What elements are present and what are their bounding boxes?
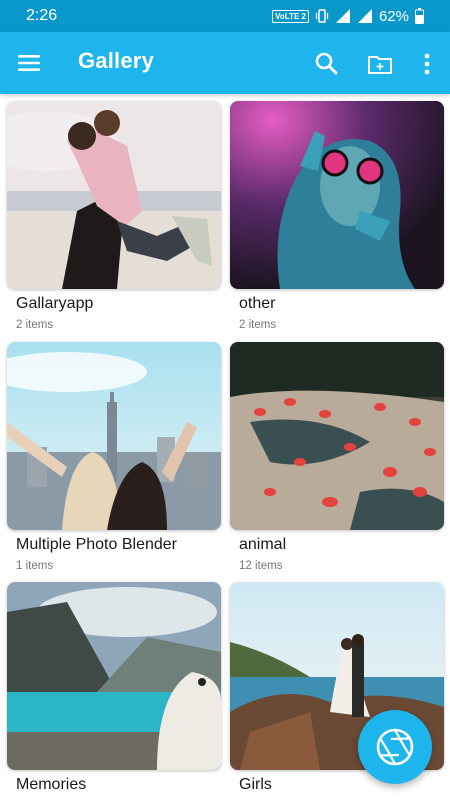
album-card[interactable]: Gallaryapp 2 items: [7, 101, 221, 331]
album-card[interactable]: Multiple Photo Blender 1 items: [7, 342, 221, 572]
album-grid: Gallaryapp 2 items other 2 items Multipl…: [0, 94, 450, 800]
album-thumbnail: [230, 101, 444, 289]
network-badge: VoLTE 2: [272, 9, 309, 23]
album-thumbnail: [230, 342, 444, 530]
signal-icon: [335, 9, 350, 23]
album-count: 2 items: [239, 319, 277, 331]
album-thumbnail: [7, 101, 221, 289]
search-icon: [315, 52, 338, 75]
menu-button[interactable]: [17, 51, 41, 75]
menu-icon: [18, 55, 40, 71]
album-card[interactable]: Memories: [7, 582, 221, 794]
album-thumbnail: [7, 582, 221, 770]
app-bar: Gallery: [0, 32, 450, 94]
page-title: Gallery: [78, 48, 155, 73]
camera-aperture-icon: [376, 728, 414, 766]
album-card[interactable]: animal 12 items: [230, 342, 444, 572]
album-card[interactable]: other 2 items: [230, 101, 444, 331]
album-name: Multiple Photo Blender: [16, 536, 177, 553]
vibrate-icon: [315, 9, 329, 23]
album-count: 2 items: [16, 319, 54, 331]
new-folder-button[interactable]: [367, 51, 393, 77]
new-folder-icon: [368, 56, 392, 74]
camera-fab[interactable]: [358, 710, 432, 784]
battery-percent: 62%: [378, 7, 409, 25]
status-icons: VoLTE 2 62%: [272, 8, 424, 25]
album-count: 12 items: [239, 560, 283, 572]
more-options-button[interactable]: [418, 51, 436, 77]
album-name: animal: [239, 536, 287, 553]
search-button[interactable]: [314, 51, 340, 77]
album-name: other: [239, 295, 276, 312]
album-name: Memories: [16, 776, 87, 793]
more-vert-icon: [424, 53, 430, 75]
album-name: Gallaryapp: [16, 295, 94, 312]
status-time: 2:26: [26, 7, 58, 24]
album-thumbnail: [7, 342, 221, 530]
signal-icon: [357, 9, 372, 23]
battery-icon: [415, 8, 424, 24]
status-bar: 2:26 VoLTE 2 62%: [0, 0, 450, 32]
album-count: 1 items: [16, 560, 54, 572]
